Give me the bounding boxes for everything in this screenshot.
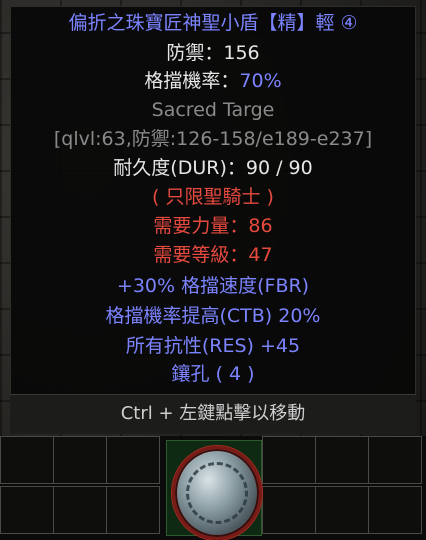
inventory-cell[interactable]: [368, 486, 422, 534]
shield-engraving: [186, 462, 248, 524]
block-label: 格擋機率：: [144, 70, 240, 92]
inventory-cell[interactable]: [53, 486, 107, 534]
item-block-chance: 格擋機率：70%: [11, 67, 415, 95]
inventory-cell[interactable]: [262, 436, 316, 484]
inventory-cell[interactable]: [53, 436, 107, 484]
item-tooltip: 偏折之珠寶匠神聖小盾【精】輕 ④ 防禦：156 格擋機率：70% Sacred …: [10, 6, 416, 434]
item-defense: 防禦：156: [166, 42, 260, 64]
item-durability: 耐久度(DUR)：90 / 90: [113, 157, 313, 179]
block-value: 70%: [239, 70, 282, 92]
move-hint-bar: Ctrl + 左鍵點擊以移動: [10, 394, 416, 434]
inventory-cell[interactable]: [0, 486, 54, 534]
mod-block-chance: 格擋機率提高(CTB) 20%: [105, 305, 321, 327]
mod-all-resist: 所有抗性(RES) +45: [125, 335, 301, 357]
level-requirement: 需要等級：47: [153, 244, 273, 266]
strength-requirement: 需要力量：86: [153, 215, 273, 237]
inventory-cell[interactable]: [262, 486, 316, 534]
inventory-cell[interactable]: [315, 486, 369, 534]
inventory-cell[interactable]: [368, 436, 422, 484]
mod-sockets: 鑲孔 ( 4 ): [171, 363, 255, 385]
item-base-name: Sacred Targe: [151, 99, 275, 121]
move-hint: Ctrl + 左鍵點擊以移動: [120, 403, 306, 424]
item-name: 偏折之珠寶匠神聖小盾【精】輕 ④: [68, 12, 358, 34]
inventory-cell[interactable]: [106, 436, 160, 484]
class-requirement: ( 只限聖騎士 ): [152, 186, 274, 208]
mod-faster-block: +30% 格擋速度(FBR): [116, 275, 310, 297]
inventory-cell[interactable]: [315, 436, 369, 484]
inventory-cell[interactable]: [106, 486, 160, 534]
item-qlvl-info: [qlvl:63,防禦:126-158/e189-e237]: [53, 128, 373, 150]
inventory-cell[interactable]: [0, 436, 54, 484]
